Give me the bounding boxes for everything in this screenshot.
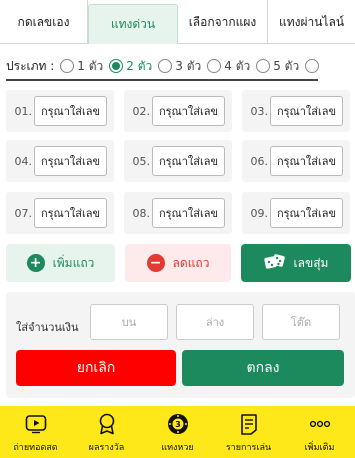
type-option-4[interactable]: 4 ตัว [207, 57, 250, 76]
number-cell: 08. กรุณาใส่เลข [124, 192, 232, 234]
nav-item-more[interactable]: เพิ่มเติม [284, 406, 355, 458]
type-divider [6, 79, 318, 81]
row-number: 01. [14, 104, 33, 118]
number-cell: 01. กรุณาใส่เลข [6, 90, 114, 132]
nav-item-bet-list[interactable]: รายการเล่น [213, 406, 284, 458]
nav-label: รายการเล่น [225, 443, 272, 453]
play-icon [25, 413, 47, 435]
number-cell: 05. กรุณาใส่เลข [124, 140, 232, 182]
amount-top-input[interactable]: บน [90, 304, 168, 340]
confirm-button[interactable]: ตกลง [182, 350, 344, 386]
number-cell: 02. กรุณาใส่เลข [124, 90, 232, 132]
amount-tod-input[interactable]: โต๊ด [262, 304, 340, 340]
row-number: 05. [132, 154, 151, 168]
random-number-button[interactable]: เลขสุ่ม [241, 244, 351, 282]
radio-button-partial[interactable] [305, 59, 320, 73]
tab-choose-from-panel[interactable]: เลือกจากแผง [178, 0, 268, 44]
row-number: 03. [250, 104, 269, 118]
amount-bottom-input[interactable]: ล่าง [176, 304, 254, 340]
type-option-label: 5 ตัว [273, 58, 300, 73]
number-cell: 09. กรุณาใส่เลข [242, 192, 350, 234]
nav-label: แทงหวย [161, 443, 194, 453]
number-input[interactable]: กรุณาใส่เลข [34, 146, 107, 176]
number-input[interactable]: กรุณาใส่เลข [152, 96, 225, 126]
type-option-5[interactable]: 5 ตัว [256, 57, 299, 76]
row-number: 04. [14, 154, 33, 168]
lottery-ball-icon: 3 [167, 413, 189, 435]
plus-icon: + [26, 254, 45, 272]
svg-text:3: 3 [175, 420, 181, 429]
tab-bet-via-line[interactable]: แทงผ่านไลน์ [268, 0, 355, 44]
type-option-label: 4 ตัว [224, 58, 251, 73]
radio-button[interactable] [256, 59, 271, 73]
number-input[interactable]: กรุณาใส่เลข [34, 198, 107, 228]
amount-panel: ใส่จำนวนเงิน บน ล่าง โต๊ด ยกเลิก ตกลง [6, 292, 355, 398]
number-cell: 06. กรุณาใส่เลข [242, 140, 350, 182]
remove-row-label: ลดแถว [172, 255, 210, 270]
number-cell: 04. กรุณาใส่เลข [6, 140, 114, 182]
radio-button[interactable] [207, 59, 222, 73]
tab-bar: กดเลขเอง แทงด่วน เลือกจากแผง แทงผ่านไลน์ [0, 0, 355, 44]
add-row-button[interactable]: + เพิ่มแถว [6, 244, 115, 282]
amount-label: ใส่จำนวนเงิน [16, 321, 79, 334]
number-cell: 03. กรุณาใส่เลข [242, 90, 350, 132]
number-input[interactable]: กรุณาใส่เลข [152, 198, 225, 228]
nav-item-results[interactable]: ผลรางวัล [71, 406, 142, 458]
award-icon [96, 413, 118, 435]
radio-button[interactable] [60, 59, 75, 73]
type-option-label: 2 ตัว [126, 58, 153, 73]
type-option-1[interactable]: 1 ตัว [60, 57, 103, 76]
radio-button[interactable] [109, 59, 124, 73]
dice-icon [263, 253, 286, 274]
tab-manual-entry[interactable]: กดเลขเอง [0, 0, 88, 44]
type-option-2[interactable]: 2 ตัว [109, 57, 152, 76]
type-option-label: 3 ตัว [175, 58, 202, 73]
number-input[interactable]: กรุณาใส่เลข [270, 96, 343, 126]
type-selector: ประเภท : 1 ตัว 2 ตัว 3 ตัว 4 ตัว 5 ตัว [6, 54, 355, 78]
nav-label: เพิ่มเติม [304, 443, 335, 453]
cancel-button[interactable]: ยกเลิก [16, 350, 176, 386]
number-input[interactable]: กรุณาใส่เลข [270, 146, 343, 176]
add-row-label: เพิ่มแถว [52, 255, 95, 270]
tab-quick-bet[interactable]: แทงด่วน [88, 4, 178, 44]
row-number: 08. [132, 206, 151, 220]
number-input[interactable]: กรุณาใส่เลข [152, 146, 225, 176]
nav-label: ถ่ายทอดสด [13, 443, 58, 453]
more-icon [309, 413, 331, 435]
type-label: ประเภท : [6, 58, 55, 73]
row-number: 07. [14, 206, 33, 220]
random-number-label: เลขสุ่ม [293, 255, 329, 270]
remove-row-button[interactable]: − ลดแถว [125, 244, 231, 282]
minus-icon: − [146, 254, 165, 272]
row-number: 06. [250, 154, 269, 168]
row-number: 09. [250, 206, 269, 220]
type-option-3[interactable]: 3 ตัว [158, 57, 201, 76]
number-input[interactable]: กรุณาใส่เลข [34, 96, 107, 126]
type-option-label: 1 ตัว [77, 58, 104, 73]
nav-item-bet-lottery[interactable]: 3 แทงหวย [142, 406, 213, 458]
radio-button[interactable] [158, 59, 173, 73]
bottom-nav: ถ่ายทอดสด ผลรางวัล 3 แทงหวย รายการเล่น เ… [0, 406, 355, 458]
nav-label: ผลรางวัล [88, 443, 125, 453]
list-icon [238, 413, 260, 435]
number-input[interactable]: กรุณาใส่เลข [270, 198, 343, 228]
nav-item-live[interactable]: ถ่ายทอดสด [0, 406, 71, 458]
row-number: 02. [132, 104, 151, 118]
number-cell: 07. กรุณาใส่เลข [6, 192, 114, 234]
